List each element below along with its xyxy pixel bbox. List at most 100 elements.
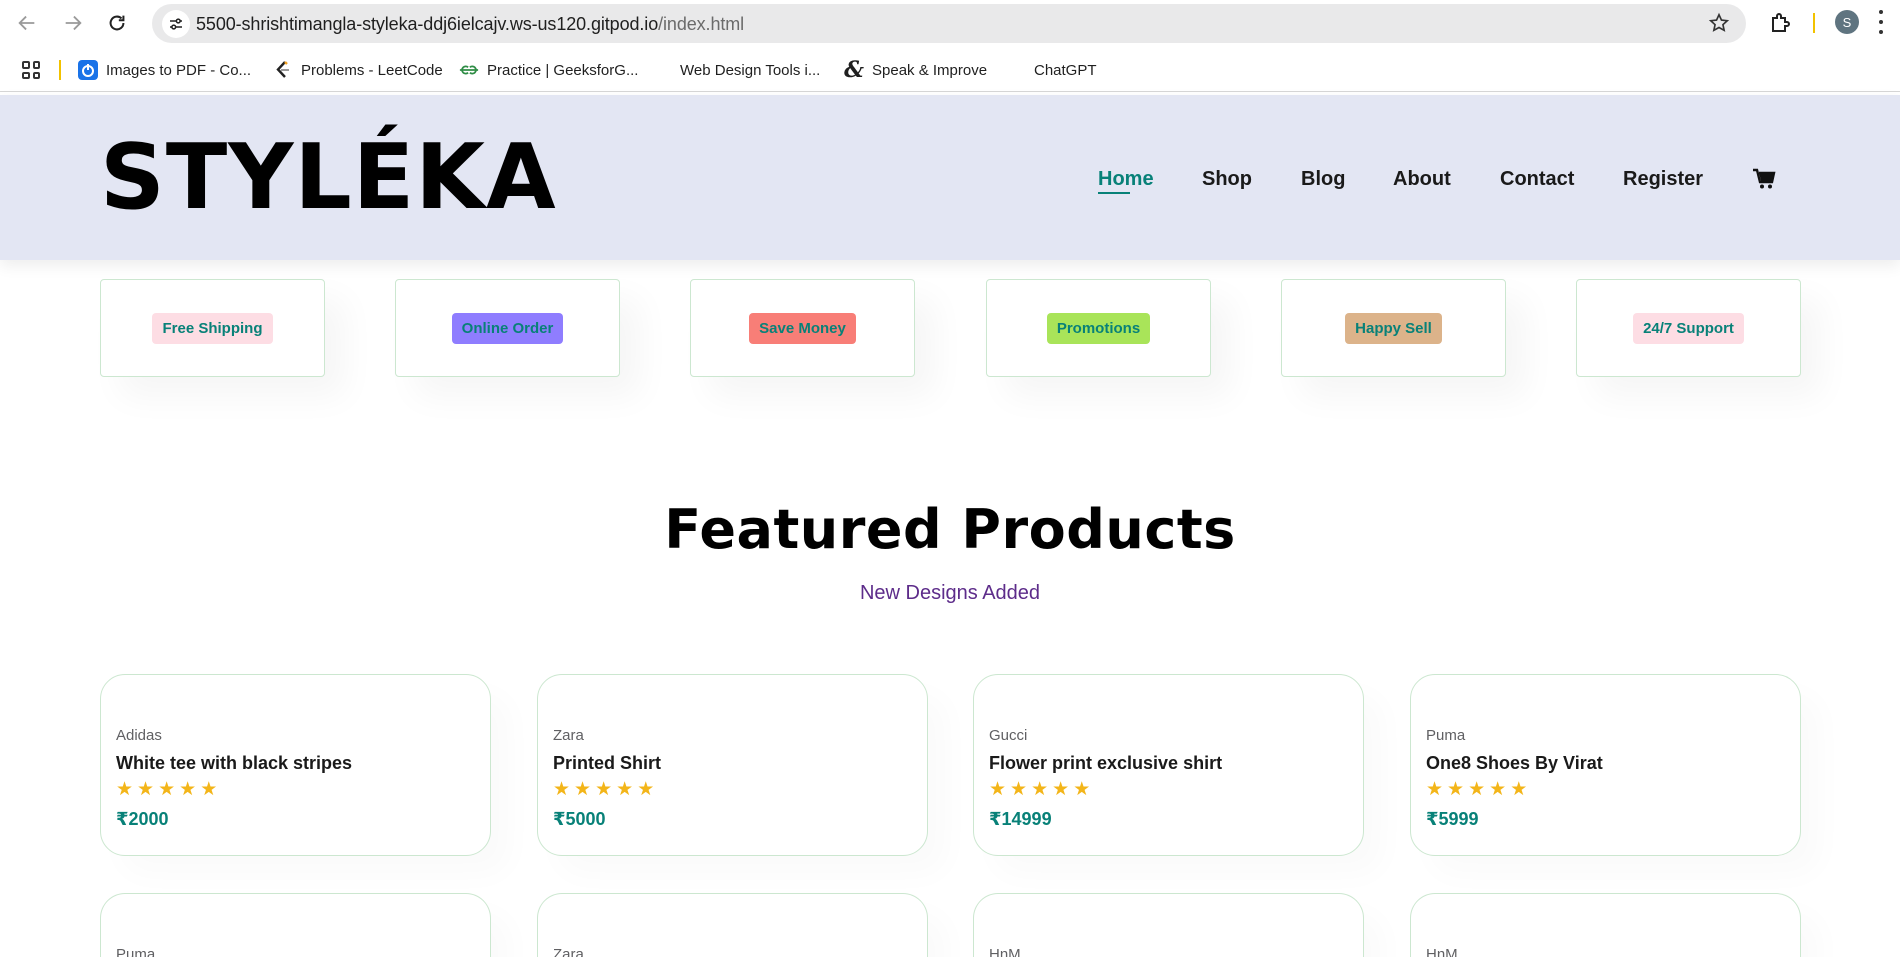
product-price: ₹5999 <box>1426 809 1479 829</box>
reload-icon <box>109 15 125 31</box>
bookmark-label: Speak & Improve <box>872 61 988 79</box>
site-settings-icon[interactable] <box>162 10 190 38</box>
star-icon: ★ <box>1489 779 1507 800</box>
browser-menu-icon[interactable] <box>1878 10 1884 34</box>
product-price: ₹5000 <box>553 809 606 829</box>
bookmarks-bar: Images to PDF - Co... Problems - LeetCod… <box>0 48 1900 92</box>
bookmark-label: Practice | GeeksforG... <box>487 61 639 79</box>
product-name[interactable]: Printed Shirt <box>553 753 661 774</box>
product-card[interactable]: Puma One8 Shoes By Virat ★ ★ ★ ★ ★ ₹5999 <box>1410 674 1801 856</box>
star-icon: ★ <box>1447 779 1465 800</box>
product-brand: Zara <box>553 946 584 957</box>
address-bar[interactable]: 5500-shrishtimangla-styleka-ddj6ielcajv.… <box>152 4 1746 43</box>
bookmark-web-design-tools[interactable]: Web Design Tools i... <box>680 58 820 82</box>
product-card[interactable]: Puma <box>100 893 491 957</box>
nav-blog[interactable]: Blog <box>1301 168 1345 191</box>
nav-about[interactable]: About <box>1393 168 1451 191</box>
star-icon: ★ <box>1468 779 1486 800</box>
feature-badge: Promotions <box>1046 312 1151 344</box>
bookmark-star-icon[interactable] <box>1708 12 1730 39</box>
bookmark-images-to-pdf[interactable]: Images to PDF - Co... <box>78 58 251 82</box>
product-brand: HnM <box>989 946 1021 957</box>
product-name[interactable]: One8 Shoes By Virat <box>1426 753 1603 774</box>
ampersand-icon: & <box>844 57 864 83</box>
product-price: ₹14999 <box>989 809 1052 829</box>
star-icon: ★ <box>616 779 634 800</box>
bookmark-leetcode[interactable]: Problems - LeetCode <box>273 58 443 82</box>
reload-button[interactable] <box>104 10 130 36</box>
feature-box: Promotions <box>986 279 1211 377</box>
section-subtitle: New Designs Added <box>859 582 1041 604</box>
bookmark-chatgpt[interactable]: ChatGPT <box>1034 58 1097 82</box>
cart-icon[interactable] <box>1752 168 1776 192</box>
rating-stars: ★ ★ ★ ★ ★ <box>989 780 1090 799</box>
apps-grid-icon[interactable] <box>22 61 40 79</box>
star-icon: ★ <box>1426 779 1444 800</box>
bookmark-label: Images to PDF - Co... <box>106 61 252 79</box>
arrow-left-icon <box>18 15 35 31</box>
bookmark-label: Web Design Tools i... <box>680 61 821 79</box>
feature-badge: Free Shipping <box>152 312 273 344</box>
feature-box: 24/7 Support <box>1576 279 1801 377</box>
site-header: STYLÉKA <box>0 95 1900 260</box>
nav-contact[interactable]: Contact <box>1500 168 1574 191</box>
product-card[interactable]: HnM <box>1410 893 1801 957</box>
rating-stars: ★ ★ ★ ★ ★ <box>553 780 654 799</box>
star-icon: ★ <box>158 779 176 800</box>
feature-box: Free Shipping <box>100 279 325 377</box>
feature-badge: 24/7 Support <box>1633 312 1744 344</box>
star-icon: ★ <box>1510 779 1528 800</box>
product-card[interactable]: Zara Printed Shirt ★ ★ ★ ★ ★ ₹5000 <box>537 674 928 856</box>
browser-toolbar: 5500-shrishtimangla-styleka-ddj6ielcajv.… <box>0 0 1900 46</box>
star-icon: ★ <box>595 779 613 800</box>
product-brand: Gucci <box>989 727 1028 744</box>
feature-box: Happy Sell <box>1281 279 1506 377</box>
star-icon: ★ <box>116 779 134 800</box>
product-card[interactable]: Zara <box>537 893 928 957</box>
rating-stars: ★ ★ ★ ★ ★ <box>116 780 217 799</box>
bookmark-speak-improve[interactable]: & Speak & Improve <box>844 57 988 83</box>
product-brand: Puma <box>1426 727 1466 744</box>
star-icon: ★ <box>1010 779 1028 800</box>
star-icon: ★ <box>1073 779 1091 800</box>
product-brand: Zara <box>553 727 584 744</box>
product-card[interactable]: Gucci Flower print exclusive shirt ★ ★ ★ ★ ★… <box>973 674 1364 856</box>
profile-avatar[interactable]: S <box>1835 10 1859 34</box>
nav-register[interactable]: Register <box>1623 168 1703 191</box>
product-card[interactable]: HnM <box>973 893 1364 957</box>
bookmark-label: ChatGPT <box>1034 61 1097 79</box>
rating-stars: ★ ★ ★ ★ ★ <box>1426 780 1527 799</box>
nav-active-underline <box>1098 192 1130 194</box>
bookmarks-divider <box>59 60 61 80</box>
arrow-right-icon <box>65 15 82 31</box>
toolbar-divider <box>1813 13 1815 33</box>
product-brand: Puma <box>116 946 156 957</box>
feature-badge: Online Order <box>451 312 564 344</box>
star-icon: ★ <box>1052 779 1070 800</box>
geeksforgeeks-icon <box>459 60 479 80</box>
product-name[interactable]: Flower print exclusive shirt <box>989 753 1222 774</box>
url-text: 5500-shrishtimangla-styleka-ddj6ielcajv.… <box>196 14 745 34</box>
feature-box: Online Order <box>395 279 620 377</box>
star-icon: ★ <box>1031 779 1049 800</box>
star-icon: ★ <box>989 779 1007 800</box>
leetcode-icon <box>273 60 293 80</box>
nav-shop[interactable]: Shop <box>1202 168 1252 191</box>
star-icon: ★ <box>137 779 155 800</box>
power-icon <box>78 60 98 80</box>
star-icon: ★ <box>179 779 197 800</box>
back-button[interactable] <box>14 10 40 36</box>
nav-home[interactable]: Home <box>1098 168 1154 191</box>
product-name[interactable]: White tee with black stripes <box>116 753 352 774</box>
feature-badge: Happy Sell <box>1345 312 1442 344</box>
product-brand: HnM <box>1426 946 1458 957</box>
star-icon: ★ <box>637 779 655 800</box>
forward-button[interactable] <box>60 10 86 36</box>
star-icon: ★ <box>200 779 218 800</box>
product-card[interactable]: Adidas White tee with black stripes ★ ★ ★ ★… <box>100 674 491 856</box>
bookmark-geeksforgeeks[interactable]: Practice | GeeksforG... <box>459 58 638 82</box>
feature-box: Save Money <box>690 279 915 377</box>
site-logo[interactable]: STYLÉKA <box>100 133 557 223</box>
feature-badge: Save Money <box>749 312 856 344</box>
extensions-icon[interactable] <box>1768 11 1792 40</box>
